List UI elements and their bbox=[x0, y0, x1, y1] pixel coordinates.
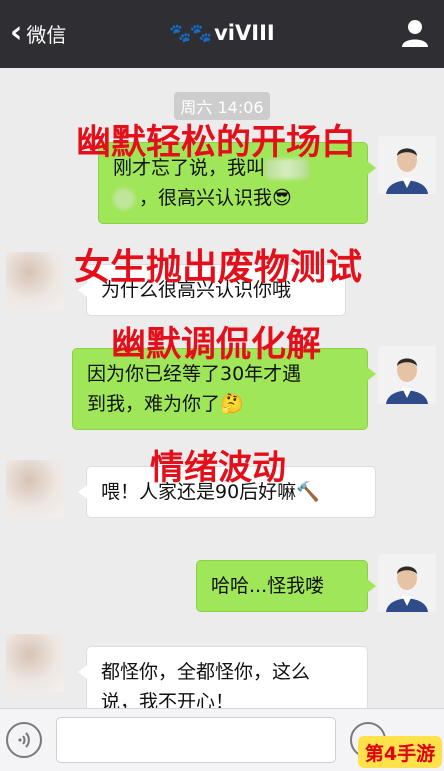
person-icon[interactable] bbox=[400, 18, 430, 48]
contact-name: viVIII bbox=[214, 21, 275, 45]
caption-emotion: 情绪波动 bbox=[150, 448, 286, 488]
message-text: 哈哈...怪我喽 bbox=[211, 575, 325, 597]
redacted-name bbox=[113, 187, 135, 210]
watermark-logo: 第4手游 bbox=[358, 736, 442, 768]
chevron-left-icon: ‹ bbox=[10, 15, 23, 50]
avatar-self[interactable] bbox=[378, 554, 436, 612]
message-text: 都怪你，全都怪你，这么 bbox=[101, 661, 311, 683]
message-bubble[interactable]: 哈哈...怪我喽 bbox=[196, 560, 376, 612]
man-avatar-icon bbox=[378, 554, 436, 612]
caption-opening: 幽默轻松的开场白 bbox=[75, 122, 356, 163]
message-text: ，很高兴认识我😎 bbox=[139, 187, 292, 209]
chat-title: 🐾🐾 viVIII bbox=[150, 17, 294, 49]
back-button[interactable]: ‹ 微信 bbox=[10, 16, 66, 50]
caption-humor-response: 幽默调侃化解 bbox=[110, 324, 321, 365]
message-text: 说，我不开心！ bbox=[101, 691, 235, 708]
message-bubble[interactable]: 都怪你，全都怪你，这么 说，我不开心！ bbox=[78, 646, 368, 708]
caption-shit-test: 女生抛出废物测试 bbox=[73, 246, 362, 288]
message-input[interactable] bbox=[56, 717, 336, 763]
voice-icon bbox=[18, 732, 30, 748]
nav-bar: ‹ 微信 🐾🐾 viVIII bbox=[0, 0, 444, 68]
message-text: 到我，难为你了🤔 bbox=[87, 393, 244, 415]
avatar-contact[interactable] bbox=[6, 634, 64, 692]
back-label: 微信 bbox=[26, 22, 67, 47]
paw-icon: 🐾🐾 bbox=[169, 22, 212, 44]
voice-button[interactable] bbox=[6, 722, 42, 758]
